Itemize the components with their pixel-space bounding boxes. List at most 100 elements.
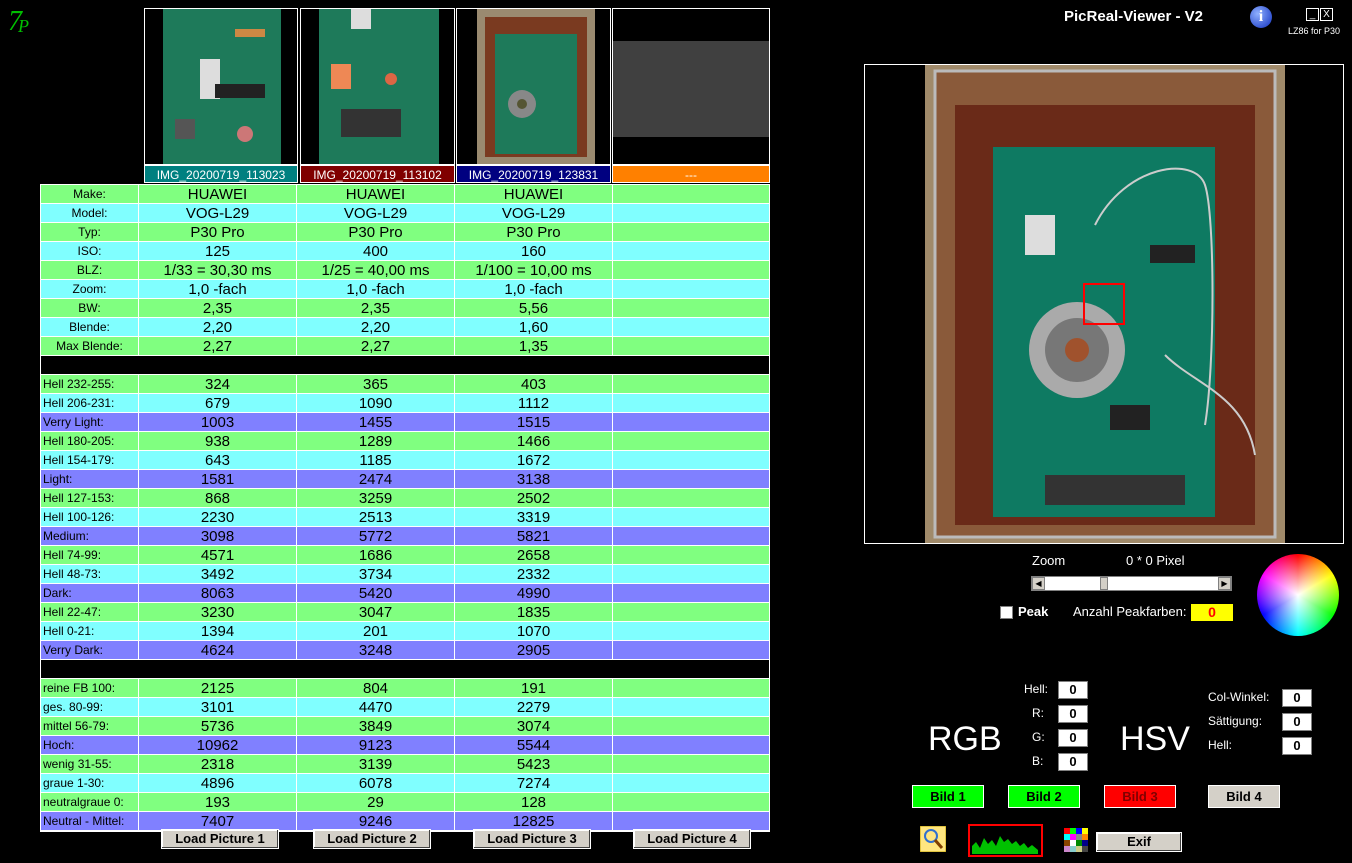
row-value (613, 698, 769, 716)
hsv-hell-label: Hell: (1208, 738, 1233, 752)
row-value (613, 717, 769, 735)
thumbnail-3[interactable] (456, 8, 611, 165)
row-value: 2,20 (297, 318, 455, 336)
hsv-winkel-field[interactable]: 0 (1282, 689, 1312, 707)
table-row: Verry Dark: 4624 3248 2905 (41, 641, 769, 660)
row-value: 2474 (297, 470, 455, 488)
row-value: 10962 (139, 736, 297, 754)
rgb-g-label: G: (1032, 730, 1045, 744)
slider-thumb[interactable] (1100, 577, 1108, 590)
rgb-r-field[interactable]: 0 (1058, 705, 1088, 723)
bild-4-button[interactable]: Bild 4 (1208, 785, 1280, 808)
row-value: 4624 (139, 641, 297, 659)
thumbnail-2-name: IMG_20200719_113102 (300, 165, 455, 183)
peak-checkbox[interactable] (1000, 606, 1013, 619)
row-value: 2332 (455, 565, 613, 583)
row-value: 9123 (297, 736, 455, 754)
histogram-icon[interactable] (968, 824, 1043, 857)
thumbnail-2[interactable] (300, 8, 455, 165)
row-value: HUAWEI (455, 185, 613, 203)
row-value: 3492 (139, 565, 297, 583)
row-value: VOG-L29 (455, 204, 613, 222)
bild-2-button[interactable]: Bild 2 (1008, 785, 1080, 808)
hsv-hell-field[interactable]: 0 (1282, 737, 1312, 755)
rgb-b-field[interactable]: 0 (1058, 753, 1088, 771)
slider-right-arrow-icon[interactable]: ▶ (1218, 577, 1231, 590)
row-value (613, 527, 769, 545)
load-picture-3-button[interactable]: Load Picture 3 (473, 829, 591, 849)
row-value: 1112 (455, 394, 613, 412)
row-value (613, 375, 769, 393)
hsv-saettigung-label: Sättigung: (1208, 714, 1263, 728)
palette-icon[interactable] (1064, 828, 1088, 852)
main-image-viewer[interactable] (864, 64, 1344, 544)
row-value (613, 223, 769, 241)
row-value: 1,0 -fach (297, 280, 455, 298)
row-value: 2,27 (297, 337, 455, 355)
hsv-saettigung-field[interactable]: 0 (1282, 713, 1312, 731)
thumbnail-4[interactable] (612, 8, 770, 165)
row-value: 2,20 (139, 318, 297, 336)
thumbnail-1[interactable] (144, 8, 298, 165)
slider-left-arrow-icon[interactable]: ◀ (1032, 577, 1045, 590)
row-label: Make: (41, 185, 139, 203)
table-row: Typ: P30 Pro P30 Pro P30 Pro (41, 223, 769, 242)
zoom-slider[interactable]: ◀ ▶ (1031, 576, 1232, 591)
row-value: 3319 (455, 508, 613, 526)
rgb-g-field[interactable]: 0 (1058, 729, 1088, 747)
pixel-readout: 0 * 0 Pixel (1126, 553, 1185, 568)
row-value (613, 565, 769, 583)
row-label: neutralgraue 0: (41, 793, 139, 811)
bild-3-button[interactable]: Bild 3 (1104, 785, 1176, 808)
app-subtitle: LZ86 for P30 (1288, 26, 1341, 36)
row-label: Hell 180-205: (41, 432, 139, 450)
load-picture-2-button[interactable]: Load Picture 2 (313, 829, 431, 849)
row-value: 3248 (297, 641, 455, 659)
row-value: 938 (139, 432, 297, 450)
svg-text:P: P (17, 16, 29, 36)
table-row: Medium: 3098 5772 5821 (41, 527, 769, 546)
load-picture-4-button[interactable]: Load Picture 4 (633, 829, 751, 849)
row-value (613, 622, 769, 640)
row-value: 1394 (139, 622, 297, 640)
row-value: 1515 (455, 413, 613, 431)
magnifier-icon[interactable] (920, 826, 946, 852)
row-label: graue 1-30: (41, 774, 139, 792)
thumbnail-4-name: --- (612, 165, 770, 183)
row-value: 4896 (139, 774, 297, 792)
row-value: 1,35 (455, 337, 613, 355)
rgb-hell-label: Hell: (1024, 682, 1049, 696)
row-value: 3734 (297, 565, 455, 583)
row-value (613, 299, 769, 317)
table-row: Hell 154-179: 643 1185 1672 (41, 451, 769, 470)
info-icon[interactable]: i (1250, 6, 1272, 28)
row-value: 4470 (297, 698, 455, 716)
row-value: 1,60 (455, 318, 613, 336)
rgb-hell-field[interactable]: 0 (1058, 681, 1088, 699)
minimize-button[interactable]: _ (1306, 8, 1319, 21)
row-value (613, 584, 769, 602)
row-label: ISO: (41, 242, 139, 260)
row-label: Verry Light: (41, 413, 139, 431)
bild-1-button[interactable]: Bild 1 (912, 785, 984, 808)
row-value: 3047 (297, 603, 455, 621)
peak-count-label: Anzahl Peakfarben: (1073, 604, 1187, 619)
row-value: 3230 (139, 603, 297, 621)
peak-count-value: 0 (1191, 604, 1233, 621)
load-picture-1-button[interactable]: Load Picture 1 (161, 829, 279, 849)
row-value (613, 793, 769, 811)
close-button[interactable]: X (1320, 8, 1333, 21)
row-label: Dark: (41, 584, 139, 602)
row-value: 1835 (455, 603, 613, 621)
exif-button[interactable]: Exif (1096, 832, 1182, 852)
row-value: 3139 (297, 755, 455, 773)
row-value (613, 261, 769, 279)
row-value: 5420 (297, 584, 455, 602)
row-value: 5423 (455, 755, 613, 773)
row-value: 1003 (139, 413, 297, 431)
row-value: 5,56 (455, 299, 613, 317)
row-label: Medium: (41, 527, 139, 545)
rgb-b-label: B: (1032, 754, 1044, 768)
row-value: 400 (297, 242, 455, 260)
row-value: 6078 (297, 774, 455, 792)
